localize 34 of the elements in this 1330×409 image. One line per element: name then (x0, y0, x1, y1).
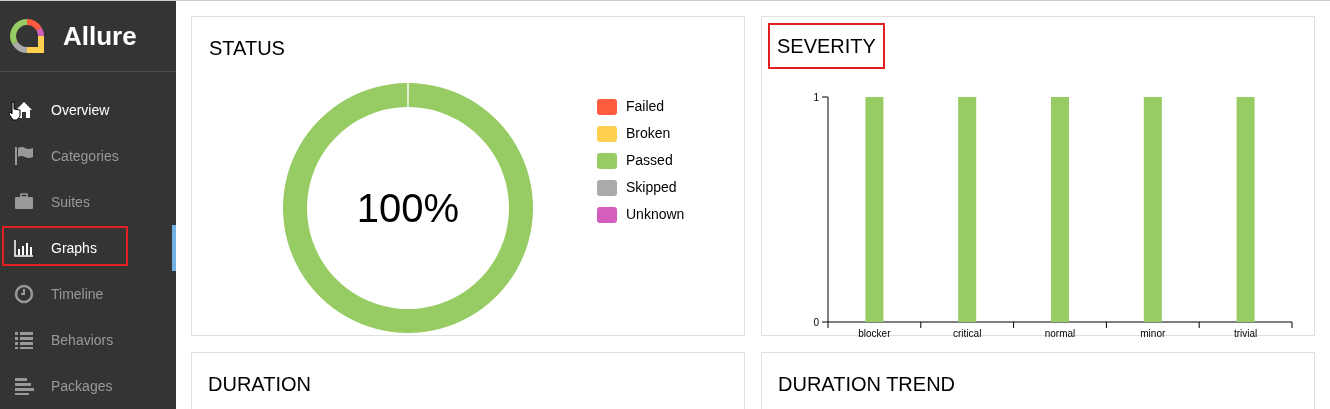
brand-name: Allure (63, 19, 137, 53)
list-icon (14, 330, 34, 350)
category-label: blocker (858, 328, 891, 339)
clock-icon (14, 284, 34, 304)
card-title: STATUS (209, 37, 285, 59)
nav-item[interactable]: Timeline (0, 271, 176, 317)
legend-label: Failed (626, 97, 665, 116)
nav-item[interactable]: Graphs (0, 225, 176, 271)
briefcase-icon (14, 192, 34, 212)
legend-label: Unknown (626, 205, 685, 224)
tick-label: 0 (813, 317, 819, 328)
selection-bar (172, 225, 176, 271)
category-label: critical (953, 328, 982, 339)
bar-chart-icon (14, 238, 34, 258)
nav-item[interactable]: Behaviors (0, 317, 176, 363)
nav-item[interactable]: Suites (0, 179, 176, 225)
flag-icon (14, 146, 34, 166)
card-title: DURATION TREND (778, 373, 956, 395)
nav-item[interactable]: Packages (0, 363, 176, 409)
tick-label: 1 (813, 92, 819, 103)
card-title: SEVERITY (777, 35, 876, 57)
stacked-bars-icon (14, 376, 34, 396)
nav-item[interactable]: Overview (0, 87, 176, 133)
percentage-label: 100% (356, 185, 460, 232)
card-title: DURATION (208, 373, 311, 395)
category-label: minor (1140, 328, 1166, 339)
cursor-icon (8, 101, 22, 121)
nav-item[interactable]: Categories (0, 133, 176, 179)
category-label: normal (1044, 328, 1076, 339)
legend-label: Skipped (626, 178, 677, 197)
legend-label: Passed (626, 151, 673, 170)
category-label: trivial (1233, 328, 1258, 339)
legend-label: Broken (626, 124, 671, 143)
logo-icon (9, 18, 45, 54)
